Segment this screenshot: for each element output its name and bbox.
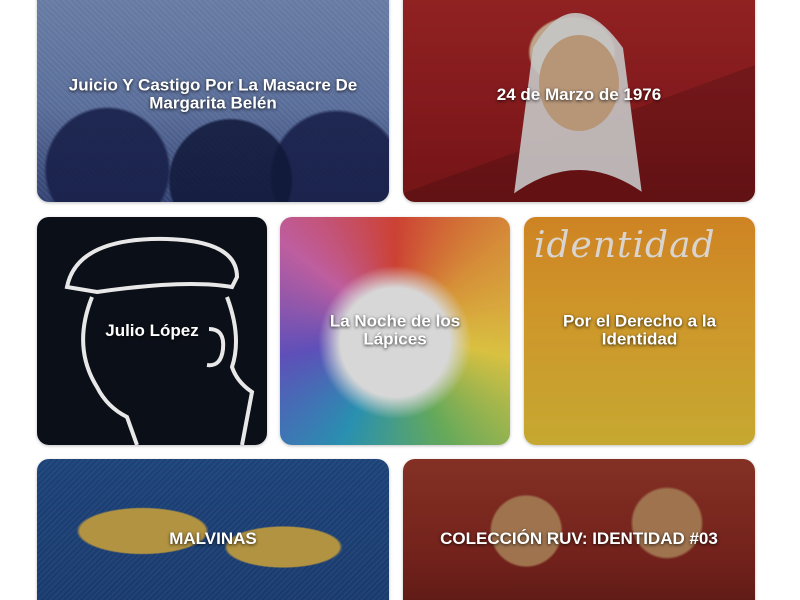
tile-derecho-identidad[interactable]: identidad Por el Derecho a la Identidad (524, 217, 755, 445)
tile-24-marzo-1976[interactable]: 24 de Marzo de 1976 (403, 0, 755, 202)
tile-malvinas[interactable]: MALVINAS (37, 459, 389, 600)
tile-title: Juicio Y Castigo Por La Masacre De Marga… (68, 75, 358, 113)
tile-title: La Noche de los Lápices (329, 311, 461, 349)
tile-title: Por el Derecho a la Identidad (562, 311, 717, 349)
tile-margarita-belen[interactable]: Juicio Y Castigo Por La Masacre De Marga… (37, 0, 389, 202)
tile-title: Julio López (105, 320, 199, 340)
tile-noche-lapices[interactable]: La Noche de los Lápices (280, 217, 510, 445)
tile-title: 24 de Marzo de 1976 (496, 84, 662, 104)
tile-title: MALVINAS (169, 528, 257, 548)
tile-julio-lopez[interactable]: Julio López (37, 217, 267, 445)
tile-title: COLECCIÓN RUV: IDENTIDAD #03 (440, 528, 718, 548)
tile-coleccion-ruv[interactable]: COLECCIÓN RUV: IDENTIDAD #03 (403, 459, 755, 600)
